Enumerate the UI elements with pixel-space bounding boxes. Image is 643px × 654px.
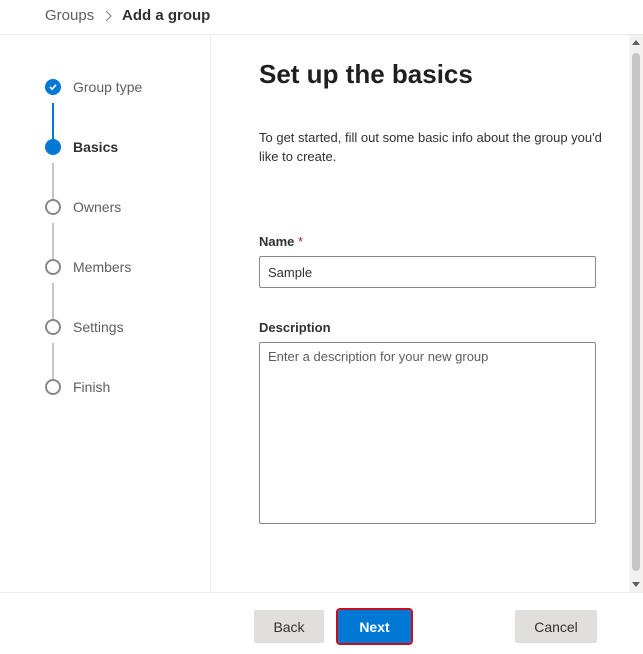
step-finish[interactable]: Finish bbox=[73, 379, 110, 395]
breadcrumb-current: Add a group bbox=[122, 7, 211, 24]
step-pending-indicator bbox=[45, 319, 61, 335]
step-group-type[interactable]: Group type bbox=[73, 79, 142, 95]
step-members[interactable]: Members bbox=[73, 259, 131, 275]
required-marker: * bbox=[298, 234, 304, 249]
intro-text: To get started, fill out some basic info… bbox=[259, 130, 602, 164]
step-pending-indicator bbox=[45, 379, 61, 395]
description-input[interactable] bbox=[259, 342, 596, 524]
back-button[interactable]: Back bbox=[254, 610, 324, 643]
cancel-button[interactable]: Cancel bbox=[515, 610, 597, 643]
step-owners[interactable]: Owners bbox=[73, 199, 121, 215]
page-title: Set up the basics bbox=[259, 59, 473, 89]
scroll-down-arrow-icon[interactable] bbox=[632, 582, 640, 587]
breadcrumb-groups-link[interactable]: Groups bbox=[45, 7, 94, 24]
checkmark-icon bbox=[45, 79, 61, 95]
step-settings[interactable]: Settings bbox=[73, 319, 124, 335]
wizard-steps: Group type Basics Owners Members Setting… bbox=[0, 35, 211, 592]
scrollbar[interactable] bbox=[629, 35, 643, 592]
step-pending-indicator bbox=[45, 199, 61, 215]
footer-bar: Back Next Cancel bbox=[0, 592, 643, 654]
step-pending-indicator bbox=[45, 259, 61, 275]
step-basics[interactable]: Basics bbox=[73, 139, 118, 155]
breadcrumb: Groups Add a group bbox=[0, 0, 643, 35]
chevron-right-icon bbox=[105, 10, 112, 22]
name-input[interactable] bbox=[259, 256, 596, 288]
description-field-label: Description bbox=[259, 320, 331, 335]
name-field-label: Name * bbox=[259, 234, 303, 249]
scrollbar-thumb[interactable] bbox=[632, 53, 640, 571]
step-active-indicator bbox=[45, 139, 61, 155]
form-panel: Set up the basics To get started, fill o… bbox=[211, 35, 629, 592]
name-label-text: Name bbox=[259, 234, 295, 249]
scroll-up-arrow-icon[interactable] bbox=[632, 40, 640, 45]
next-button[interactable]: Next bbox=[336, 608, 413, 645]
